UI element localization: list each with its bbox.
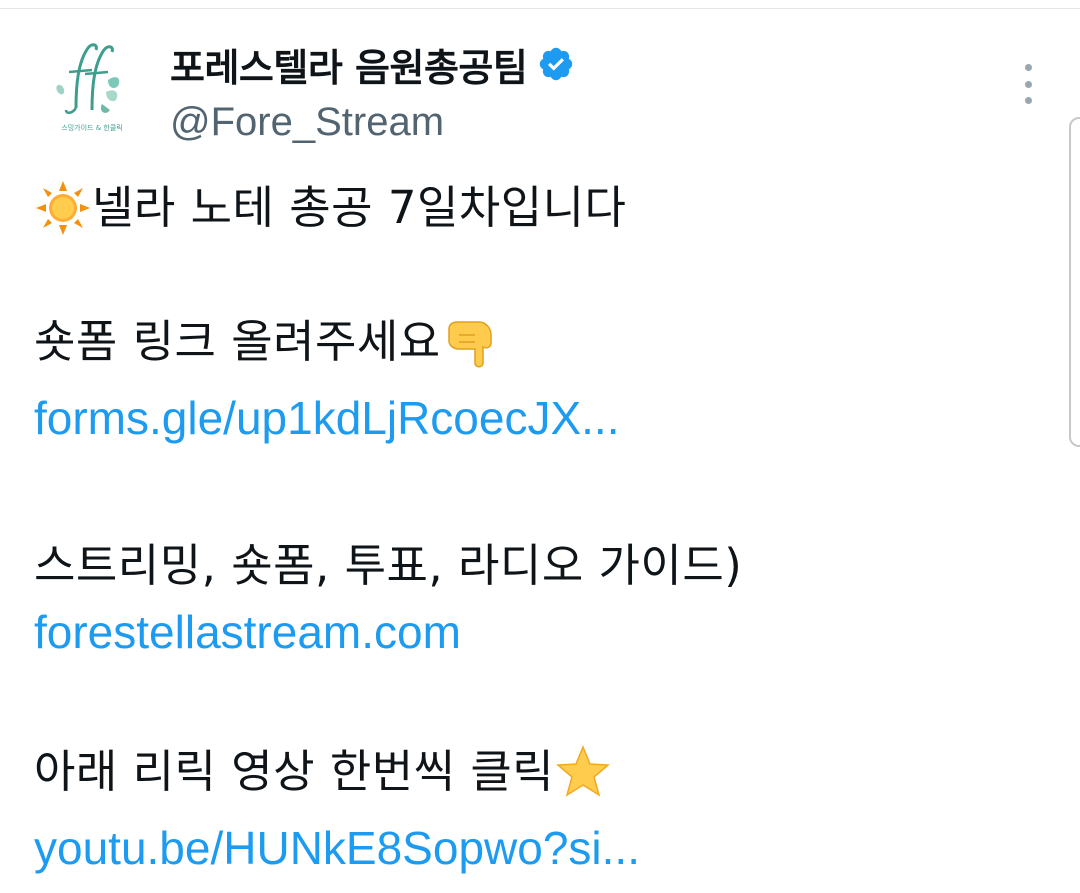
tweet-line-4: 스트리밍, 숏폼, 투표, 라디오 가이드)	[34, 536, 742, 596]
author-handle[interactable]: @Fore_Stream	[170, 100, 575, 145]
tweet-line-3: forms.gle/up1kdLjRcoecJX...	[34, 388, 620, 448]
more-options-button[interactable]	[1020, 64, 1036, 104]
display-name[interactable]: 포레스텔라 음원총공팀	[170, 37, 528, 92]
tweet-line-2-text: 숏폼 링크 올려주세요	[34, 315, 441, 368]
avatar-caption: 스밍가이드 & 한클릭	[61, 123, 122, 132]
more-dot-icon	[1024, 80, 1032, 88]
tweet-card: 스밍가이드 & 한클릭 포레스텔라 음원총공팀 @Fore_Stream 넬라 …	[0, 0, 1080, 893]
tweet-line-4-text: 스트리밍, 숏폼, 투표, 라디오 가이드)	[34, 539, 743, 592]
tweet-line-7: youtu.be/HUNkE8Sopwo?si...	[34, 818, 640, 878]
website-link[interactable]: forestellastream.com	[34, 602, 461, 662]
avatar[interactable]: 스밍가이드 & 한클릭	[36, 30, 148, 142]
youtube-link[interactable]: youtu.be/HUNkE8Sopwo?si...	[34, 818, 640, 878]
sun-icon	[34, 179, 92, 237]
forms-link[interactable]: forms.gle/up1kdLjRcoecJX...	[34, 388, 620, 448]
more-dot-icon	[1024, 97, 1032, 104]
pointing-down-hand-icon	[441, 313, 499, 371]
author-names: 포레스텔라 음원총공팀 @Fore_Stream	[170, 40, 575, 145]
tweet-line-6-text: 아래 리릭 영상 한번씩 클릭	[34, 745, 555, 798]
display-name-row: 포레스텔라 음원총공팀	[170, 40, 575, 90]
tweet-line-1: 넬라 노테 총공 7일차입니다	[34, 178, 626, 238]
tweet-line-1-text: 넬라 노테 총공 7일차입니다	[92, 181, 627, 234]
star-icon	[554, 743, 612, 801]
more-dot-icon	[1024, 64, 1032, 71]
tweet-line-2: 숏폼 링크 올려주세요	[34, 312, 499, 372]
tweet-line-6: 아래 리릭 영상 한번씩 클릭	[34, 742, 612, 802]
tweet-header: 스밍가이드 & 한클릭 포레스텔라 음원총공팀 @Fore_Stream	[36, 30, 1046, 150]
tweet-line-5: forestellastream.com	[34, 602, 461, 662]
verified-badge-icon	[537, 45, 575, 83]
